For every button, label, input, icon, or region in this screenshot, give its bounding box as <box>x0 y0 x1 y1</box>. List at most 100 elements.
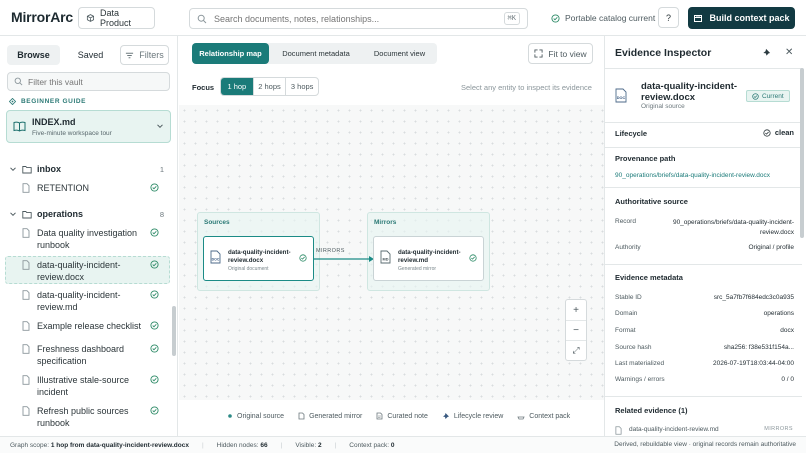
tab-document-metadata[interactable]: Document metadata <box>272 43 360 64</box>
document-icon <box>22 344 30 354</box>
related-heading: Related evidence (1) <box>615 406 688 415</box>
document-icon <box>22 375 30 385</box>
metadata-value: 2026-07-19T18:03:44-04:00 <box>713 360 794 367</box>
graph-canvas[interactable]: Sources Mirrors MIRRORS DOC data-quality… <box>179 105 604 400</box>
related-item-tag: MIRRORS <box>764 426 793 432</box>
status-bar: Graph scope: 1 hop from data-quality-inc… <box>0 436 806 453</box>
tab-relationship-map[interactable]: Relationship map <box>192 43 269 64</box>
vault-filter[interactable] <box>7 72 170 91</box>
related-item[interactable]: data-quality-incident-review.md MIRRORS <box>615 426 793 436</box>
legend-context-pack: Context pack <box>517 412 570 420</box>
data-product-label: Data Product <box>99 8 131 28</box>
tab-browse[interactable]: Browse <box>7 45 60 65</box>
folder-icon <box>22 210 32 218</box>
diamond-icon <box>9 98 16 105</box>
metadata-key: Last materialized <box>615 360 665 367</box>
folder-inbox[interactable]: inbox 1 <box>9 162 164 176</box>
package-icon <box>694 15 703 22</box>
svg-text:DOC: DOC <box>212 258 220 262</box>
guide-card-index[interactable]: INDEX.md Five-minute workspace tour <box>6 110 171 143</box>
catalog-status: Portable catalog current <box>551 13 655 23</box>
authoritative-heading: Authoritative source <box>615 197 688 206</box>
pin-icon[interactable] <box>762 48 771 57</box>
list-item[interactable]: RETENTION <box>0 181 172 195</box>
hop-option-2[interactable]: 2 hops <box>254 78 287 95</box>
metadata-key: Format <box>615 327 636 334</box>
check-circle-icon <box>469 254 477 262</box>
divider <box>605 396 802 397</box>
zoom-in-button[interactable]: + <box>566 300 586 320</box>
check-circle-icon <box>150 375 159 384</box>
metadata-key: Source hash <box>615 344 652 351</box>
list-item[interactable]: Refresh public sources runbook <box>0 404 172 430</box>
global-search[interactable]: ⌘K <box>189 8 528 29</box>
divider <box>605 122 802 123</box>
search-icon <box>14 77 23 86</box>
docx-file-icon: DOC <box>615 88 627 103</box>
zoom-controls: + − ⤢ <box>565 299 587 361</box>
hop-selector: 1 hop 2 hops 3 hops <box>220 77 319 96</box>
edge-label: MIRRORS <box>316 248 345 254</box>
related-item-label: data-quality-incident-review.md <box>629 426 719 433</box>
check-circle-icon <box>150 290 159 299</box>
node-source-docx[interactable]: DOC data-quality-incident-review.docx Or… <box>203 236 314 281</box>
list-item-label: Example release checklist <box>37 321 142 331</box>
metadata-value: sha256: f38e531f154a... <box>723 344 794 351</box>
filters-button[interactable]: Filters <box>120 45 169 65</box>
legend-lifecycle-review: Lifecycle review <box>442 412 503 420</box>
document-icon <box>22 406 30 416</box>
inspector-scrollbar[interactable] <box>800 68 804 238</box>
list-item-selected[interactable]: data-quality-incident-review.docx <box>5 256 170 284</box>
legend-original-source: Original source <box>227 412 284 420</box>
node-subtitle: Original document <box>228 266 269 272</box>
divider <box>605 68 802 69</box>
provenance-heading: Provenance path <box>615 154 676 163</box>
list-item[interactable]: Illustrative stale-source incident <box>0 373 172 399</box>
list-item[interactable]: Freshness dashboard specification <box>0 342 172 368</box>
authority-key: Authority <box>615 244 641 251</box>
svg-text:MD: MD <box>383 258 389 262</box>
sidebar-scrollbar[interactable] <box>172 306 176 356</box>
divider: | <box>201 441 204 449</box>
node-mirror-md[interactable]: MD data-quality-incident-review.md Gener… <box>373 236 484 281</box>
vault-filter-input[interactable] <box>28 76 158 87</box>
document-icon <box>22 290 30 300</box>
node-subtitle: Generated mirror <box>398 266 437 272</box>
check-circle-icon <box>551 13 560 23</box>
check-circle-icon <box>150 228 159 237</box>
check-circle-icon <box>150 344 159 353</box>
relationship-panel: Relationship map Document metadata Docum… <box>179 36 604 436</box>
tab-saved[interactable]: Saved <box>68 45 113 65</box>
provenance-path-link[interactable]: 90_operations/briefs/data-quality-incide… <box>615 172 770 179</box>
zoom-out-button[interactable]: − <box>566 320 586 340</box>
graph-legend: Original source Generated mirror Curated… <box>227 412 570 420</box>
graph-scope-label: Graph scope: <box>10 441 50 449</box>
inspector-title: Evidence Inspector <box>615 47 712 59</box>
list-item[interactable]: data-quality-incident-review.md <box>0 288 172 314</box>
list-item-label: data-quality-incident-review.md <box>37 290 121 312</box>
view-tabs: Relationship map Document metadata Docum… <box>192 43 437 64</box>
list-item-label: Data quality investigation runbook <box>37 228 138 250</box>
close-icon[interactable]: ✕ <box>785 47 793 58</box>
divider <box>605 187 802 188</box>
search-input[interactable] <box>214 13 497 24</box>
chevron-down-icon <box>10 167 16 172</box>
hop-option-1[interactable]: 1 hop <box>221 78 254 95</box>
folder-operations[interactable]: operations 8 <box>9 207 164 221</box>
fit-to-view-button[interactable]: Fit to view <box>528 43 593 64</box>
metadata-value: operations <box>763 310 794 317</box>
build-context-pack-button[interactable]: Build context pack <box>688 7 795 29</box>
chevron-down-icon <box>157 124 163 129</box>
expand-button[interactable]: ⤢ <box>566 340 586 360</box>
markdown-file-icon: MD <box>380 250 391 264</box>
help-button[interactable]: ? <box>658 7 679 28</box>
document-icon <box>22 183 30 193</box>
hop-option-3[interactable]: 3 hops <box>286 78 318 95</box>
data-product-button[interactable]: Data Product <box>78 7 155 29</box>
filter-lines-icon <box>126 52 134 58</box>
list-item[interactable]: Example release checklist <box>0 319 172 333</box>
metadata-key: Warnings / errors <box>615 376 665 383</box>
list-item[interactable]: Data quality investigation runbook <box>0 226 172 252</box>
tab-document-view[interactable]: Document view <box>362 43 437 64</box>
folder-name: inbox <box>37 164 61 174</box>
